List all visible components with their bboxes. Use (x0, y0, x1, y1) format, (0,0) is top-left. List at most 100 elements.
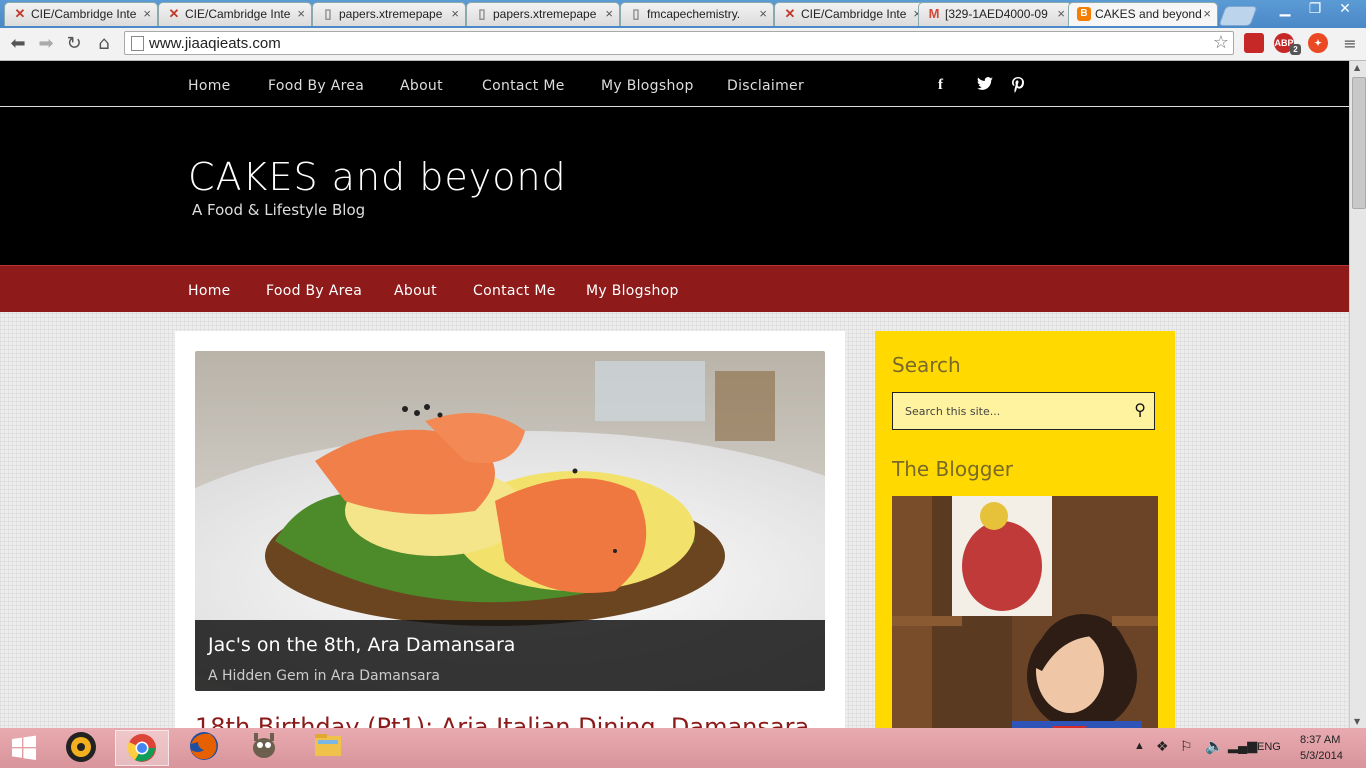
pinterest-icon[interactable] (1012, 77, 1024, 98)
search-heading: Search (892, 353, 961, 377)
main-nav-contact-me[interactable]: Contact Me (473, 283, 556, 299)
stumbleupon-icon[interactable]: ✦ (1308, 33, 1328, 53)
firefox-icon[interactable] (178, 730, 230, 766)
search-placeholder: Search this site... (905, 405, 1001, 418)
site-tagline: A Food & Lifestyle Blog (192, 201, 366, 219)
chrome-menu-icon[interactable]: ≡ (1338, 32, 1362, 56)
volume-icon[interactable]: 🔈 (1205, 737, 1224, 755)
reload-icon[interactable]: ↻ (62, 32, 86, 56)
post-title[interactable]: 18th Birthday (Pt1): Aria Italian Dining… (195, 713, 809, 728)
tab-close-icon[interactable]: × (451, 6, 459, 21)
blogger-heading: The Blogger (892, 457, 1013, 481)
home-icon[interactable]: ⌂ (92, 32, 116, 56)
vertical-scrollbar[interactable]: ▲ ▼ (1349, 61, 1366, 728)
main-nav-bar: Home Food By Area About Contact Me My Bl… (0, 265, 1349, 312)
tab-label: CIE/Cambridge Inte (31, 7, 137, 21)
tab-close-icon[interactable]: × (605, 6, 613, 21)
tab-label: fmcapechemistry. (647, 7, 741, 21)
clock-date[interactable]: 5/3/2014 (1300, 750, 1343, 762)
back-arrow-icon[interactable]: ⬅ (6, 32, 30, 56)
chrome-icon (127, 734, 156, 762)
url-text: www.jiaaqieats.com (149, 35, 281, 52)
featured-post-title[interactable]: Jac's on the 8th, Ara Damansara (208, 634, 515, 656)
tab-gmail[interactable]: M [329-1AED4000-09 × (918, 2, 1072, 26)
tab-fmcapechemistry[interactable]: ▯ fmcapechemistry. × (620, 2, 774, 26)
new-tab-button[interactable] (1218, 6, 1258, 26)
top-nav-disclaimer[interactable]: Disclaimer (727, 78, 804, 94)
tab-cie-3[interactable]: ✕ CIE/Cambridge Inte × (774, 2, 928, 26)
page-icon: ▯ (324, 6, 332, 21)
tab-label: CIE/Cambridge Inte (801, 7, 907, 21)
gimp-icon[interactable] (238, 730, 290, 766)
page-icon: ▯ (478, 6, 486, 21)
close-window-icon[interactable]: ✕ (1330, 0, 1360, 18)
tab-cie-2[interactable]: ✕ CIE/Cambridge Inte × (158, 2, 312, 26)
action-center-icon[interactable]: ⚐ (1180, 738, 1193, 755)
sidebar: Search Search this site... ⚲ The Blogger (875, 331, 1175, 728)
dropbox-icon[interactable]: ❖ (1156, 738, 1169, 755)
tab-cakes-and-beyond[interactable]: B CAKES and beyond × (1068, 2, 1218, 26)
main-nav-home[interactable]: Home (188, 283, 231, 299)
scroll-down-icon[interactable]: ▼ (1354, 717, 1360, 726)
cambridge-x-icon: ✕ (14, 6, 26, 21)
tab-close-icon[interactable]: × (143, 6, 151, 21)
main-nav-about[interactable]: About (394, 283, 437, 299)
address-bar[interactable]: www.jiaaqieats.com ☆ (124, 31, 1234, 55)
tab-close-icon[interactable]: × (1203, 6, 1211, 21)
site-title[interactable]: CAKES and beyond (188, 155, 567, 199)
search-input[interactable]: Search this site... ⚲ (892, 392, 1155, 430)
forward-arrow-icon[interactable]: ➡ (34, 32, 58, 56)
facebook-icon[interactable]: f (938, 77, 943, 94)
top-nav-bar: Home Food By Area About Contact Me My Bl… (0, 61, 1349, 107)
search-icon[interactable]: ⚲ (1134, 400, 1146, 419)
file-explorer-icon[interactable] (302, 730, 354, 766)
media-player-icon[interactable] (55, 730, 107, 766)
featured-post-slider[interactable]: Jac's on the 8th, Ara Damansara A Hidden… (195, 351, 825, 691)
scroll-up-icon[interactable]: ▲ (1354, 63, 1360, 72)
top-nav-contact-me[interactable]: Contact Me (482, 78, 565, 94)
featured-post-subtitle: A Hidden Gem in Ara Damansara (208, 668, 440, 684)
top-nav-home[interactable]: Home (188, 78, 231, 94)
cambridge-x-icon: ✕ (168, 6, 180, 21)
blogger-photo (892, 496, 1158, 728)
site-header: CAKES and beyond A Food & Lifestyle Blog (0, 107, 1349, 265)
web-page: Home Food By Area About Contact Me My Bl… (0, 61, 1349, 728)
tab-close-icon[interactable]: × (297, 6, 305, 21)
main-nav-my-blogshop[interactable]: My Blogshop (586, 283, 679, 299)
tab-xtremepapers-1[interactable]: ▯ papers.xtremepape × (312, 2, 466, 26)
top-nav-my-blogshop[interactable]: My Blogshop (601, 78, 694, 94)
input-language[interactable]: ENG (1257, 741, 1281, 753)
top-nav-food-by-area[interactable]: Food By Area (268, 78, 364, 94)
clock-time[interactable]: 8:37 AM (1300, 734, 1340, 746)
tab-xtremepapers-2[interactable]: ▯ papers.xtremepape × (466, 2, 620, 26)
bookmark-star-icon[interactable]: ☆ (1213, 32, 1229, 53)
network-signal-icon[interactable]: ▂▄▆ (1228, 738, 1257, 754)
tab-close-icon[interactable]: × (759, 6, 767, 21)
chrome-taskbar-button[interactable] (115, 730, 169, 766)
blogger-portrait (892, 496, 1158, 728)
gmail-icon: M (928, 6, 940, 21)
page-icon: ▯ (632, 6, 640, 21)
adblock-count: 2 (1293, 45, 1298, 54)
start-button[interactable] (0, 730, 48, 766)
twitter-icon[interactable] (977, 77, 993, 96)
page-icon (131, 36, 144, 51)
tab-label: CIE/Cambridge Inte (185, 7, 291, 21)
adblock-count-badge: 2 (1290, 44, 1301, 55)
minimize-icon[interactable]: ▁ (1270, 0, 1300, 18)
main-content: Jac's on the 8th, Ara Damansara A Hidden… (175, 331, 845, 728)
top-nav-about[interactable]: About (400, 78, 443, 94)
tab-label: papers.xtremepape (339, 7, 443, 21)
tab-cie-1[interactable]: ✕ CIE/Cambridge Inte × (4, 2, 158, 26)
main-nav-food-by-area[interactable]: Food By Area (266, 283, 362, 299)
tab-strip: ✕ CIE/Cambridge Inte × ✕ CIE/Cambridge I… (0, 0, 1366, 28)
tab-close-icon[interactable]: × (1057, 6, 1065, 21)
slider-caption: Jac's on the 8th, Ara Damansara A Hidden… (195, 620, 825, 691)
show-hidden-icons[interactable]: ▲ (1134, 740, 1145, 752)
cambridge-x-icon: ✕ (784, 6, 796, 21)
windows-taskbar: ▲ ❖ ⚐ 🔈 ▂▄▆ ENG 8:37 AM 5/3/2014 (0, 728, 1366, 768)
windows-logo-icon (12, 735, 36, 760)
pdf-extension-icon[interactable] (1244, 33, 1264, 53)
restore-icon[interactable]: ❐ (1300, 0, 1330, 18)
scrollbar-thumb[interactable] (1352, 77, 1366, 209)
